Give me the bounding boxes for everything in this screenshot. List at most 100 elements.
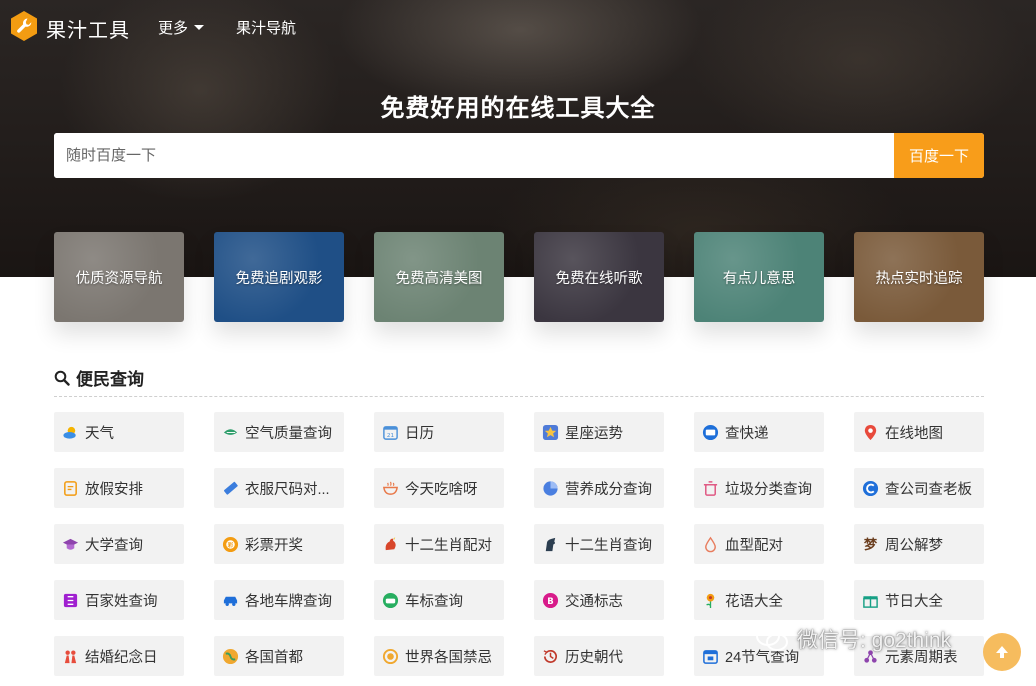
weather-icon <box>62 424 79 441</box>
feature-card[interactable]: 优质资源导航 <box>54 232 184 322</box>
tool-tile[interactable]: 历史朝代 <box>534 636 664 676</box>
ruler-icon <box>222 480 239 497</box>
search-button[interactable]: 百度一下 <box>894 133 984 178</box>
tool-tile[interactable]: 十二生肖配对 <box>374 524 504 564</box>
surname-book-icon <box>62 592 79 609</box>
tool-tile-label: 今天吃啥呀 <box>405 481 478 498</box>
tool-tile-label: 结婚纪念日 <box>85 649 158 666</box>
car-icon <box>222 592 239 609</box>
tool-tile-label: 天气 <box>85 425 114 442</box>
feature-card-label: 有点儿意思 <box>722 270 796 287</box>
graduation-cap-icon <box>62 536 79 553</box>
air-quality-icon <box>222 424 239 441</box>
trash-icon <box>702 480 719 497</box>
tool-tile-label: 查快递 <box>725 425 769 442</box>
tool-tile[interactable]: 星座运势 <box>534 412 664 452</box>
tool-tile[interactable]: 节日大全 <box>854 580 984 620</box>
tool-tile[interactable]: 放假安排 <box>54 468 184 508</box>
tool-tile[interactable]: 百家姓查询 <box>54 580 184 620</box>
feature-card[interactable]: 热点实时追踪 <box>854 232 984 322</box>
tool-tile[interactable]: 查快递 <box>694 412 824 452</box>
search-icon <box>54 370 70 386</box>
site-logo-text[interactable]: 果汁工具 <box>46 14 130 43</box>
feature-card-label: 免费在线听歌 <box>555 270 643 287</box>
tool-tile-label: 周公解梦 <box>885 537 943 554</box>
company-icon <box>862 480 879 497</box>
feature-cards: 优质资源导航 免费追剧观影 免费高清美图 免费在线听歌 有点儿意思 热点实时追踪 <box>54 232 984 322</box>
tool-tile-label: 节日大全 <box>885 593 943 610</box>
feature-card[interactable]: 有点儿意思 <box>694 232 824 322</box>
holiday-note-icon <box>62 480 79 497</box>
tool-tile[interactable]: 血型配对 <box>694 524 824 564</box>
tool-tile[interactable]: 21 日历 <box>374 412 504 452</box>
nav-more-label: 更多 <box>158 20 189 37</box>
tool-tile[interactable]: 花语大全 <box>694 580 824 620</box>
section-title: 便民查询 <box>76 370 144 389</box>
dream-icon: 梦 <box>862 536 879 553</box>
tool-tile[interactable]: 今天吃啥呀 <box>374 468 504 508</box>
map-pin-icon <box>862 424 879 441</box>
tool-tile-label: 营养成分查询 <box>565 481 652 498</box>
traffic-sign-icon: B <box>542 592 559 609</box>
tool-tile-label: 历史朝代 <box>565 649 623 666</box>
feature-card-label: 优质资源导航 <box>75 270 163 287</box>
express-icon <box>702 424 719 441</box>
pie-icon <box>542 480 559 497</box>
tool-tile-label: 各地车牌查询 <box>245 593 332 610</box>
tool-tile-label: 彩票开奖 <box>245 537 303 554</box>
section-divider <box>54 396 984 397</box>
bowl-icon <box>382 480 399 497</box>
tool-tile-label: 日历 <box>405 425 434 442</box>
blood-drop-icon <box>702 536 719 553</box>
tool-tile[interactable]: 衣服尺码对... <box>214 468 344 508</box>
tool-tile-label: 世界各国禁忌 <box>405 649 492 666</box>
tool-tile[interactable]: 彩 彩票开奖 <box>214 524 344 564</box>
search-input[interactable] <box>54 133 894 178</box>
tool-tile[interactable]: 各地车牌查询 <box>214 580 344 620</box>
tool-tile-label: 十二生肖查询 <box>565 537 652 554</box>
feature-card[interactable]: 免费在线听歌 <box>534 232 664 322</box>
chevron-down-icon <box>194 25 205 30</box>
tool-tile[interactable]: B 交通标志 <box>534 580 664 620</box>
ban-icon <box>382 648 399 665</box>
feature-card[interactable]: 免费高清美图 <box>374 232 504 322</box>
tool-tile[interactable]: 空气质量查询 <box>214 412 344 452</box>
feature-card-label: 免费高清美图 <box>395 270 483 287</box>
tool-tile-label: 放假安排 <box>85 481 143 498</box>
section-header: 便民查询 <box>54 365 144 390</box>
tool-tile-label: 垃圾分类查询 <box>725 481 812 498</box>
car-logo-icon <box>382 592 399 609</box>
tool-tile[interactable]: 在线地图 <box>854 412 984 452</box>
tool-tile[interactable]: 梦周公解梦 <box>854 524 984 564</box>
feature-card[interactable]: 免费追剧观影 <box>214 232 344 322</box>
tool-tile-label: 大学查询 <box>85 537 143 554</box>
wedding-icon <box>62 648 79 665</box>
search-bar: 百度一下 <box>54 133 984 178</box>
feature-card-label: 免费追剧观影 <box>235 270 323 287</box>
lottery-icon: 彩 <box>222 536 239 553</box>
wrench-logo-icon[interactable] <box>9 10 39 42</box>
tool-tile[interactable]: 查公司查老板 <box>854 468 984 508</box>
rooster-icon <box>382 536 399 553</box>
svg-text:21: 21 <box>387 433 395 439</box>
tool-tile[interactable]: 垃圾分类查询 <box>694 468 824 508</box>
tool-tile-label: 在线地图 <box>885 425 943 442</box>
tool-tile[interactable]: 大学查询 <box>54 524 184 564</box>
nav-more-dropdown[interactable]: 更多 <box>158 17 205 38</box>
tool-tile[interactable]: 十二生肖查询 <box>534 524 664 564</box>
tool-tile[interactable]: 世界各国禁忌 <box>374 636 504 676</box>
tool-tile[interactable]: 结婚纪念日 <box>54 636 184 676</box>
nav-link-juice-nav[interactable]: 果汁导航 <box>236 17 296 38</box>
horse-icon <box>542 536 559 553</box>
svg-text:梦: 梦 <box>864 536 878 553</box>
gift-icon <box>862 592 879 609</box>
back-to-top-button[interactable] <box>983 633 1021 671</box>
tool-tile[interactable]: 天气 <box>54 412 184 452</box>
history-icon <box>542 648 559 665</box>
flower-icon <box>702 592 719 609</box>
svg-text:彩: 彩 <box>227 540 234 548</box>
tool-tile[interactable]: 各国首都 <box>214 636 344 676</box>
tool-tile[interactable]: 车标查询 <box>374 580 504 620</box>
tool-tile[interactable]: 营养成分查询 <box>534 468 664 508</box>
tool-tile-label: 血型配对 <box>725 537 783 554</box>
